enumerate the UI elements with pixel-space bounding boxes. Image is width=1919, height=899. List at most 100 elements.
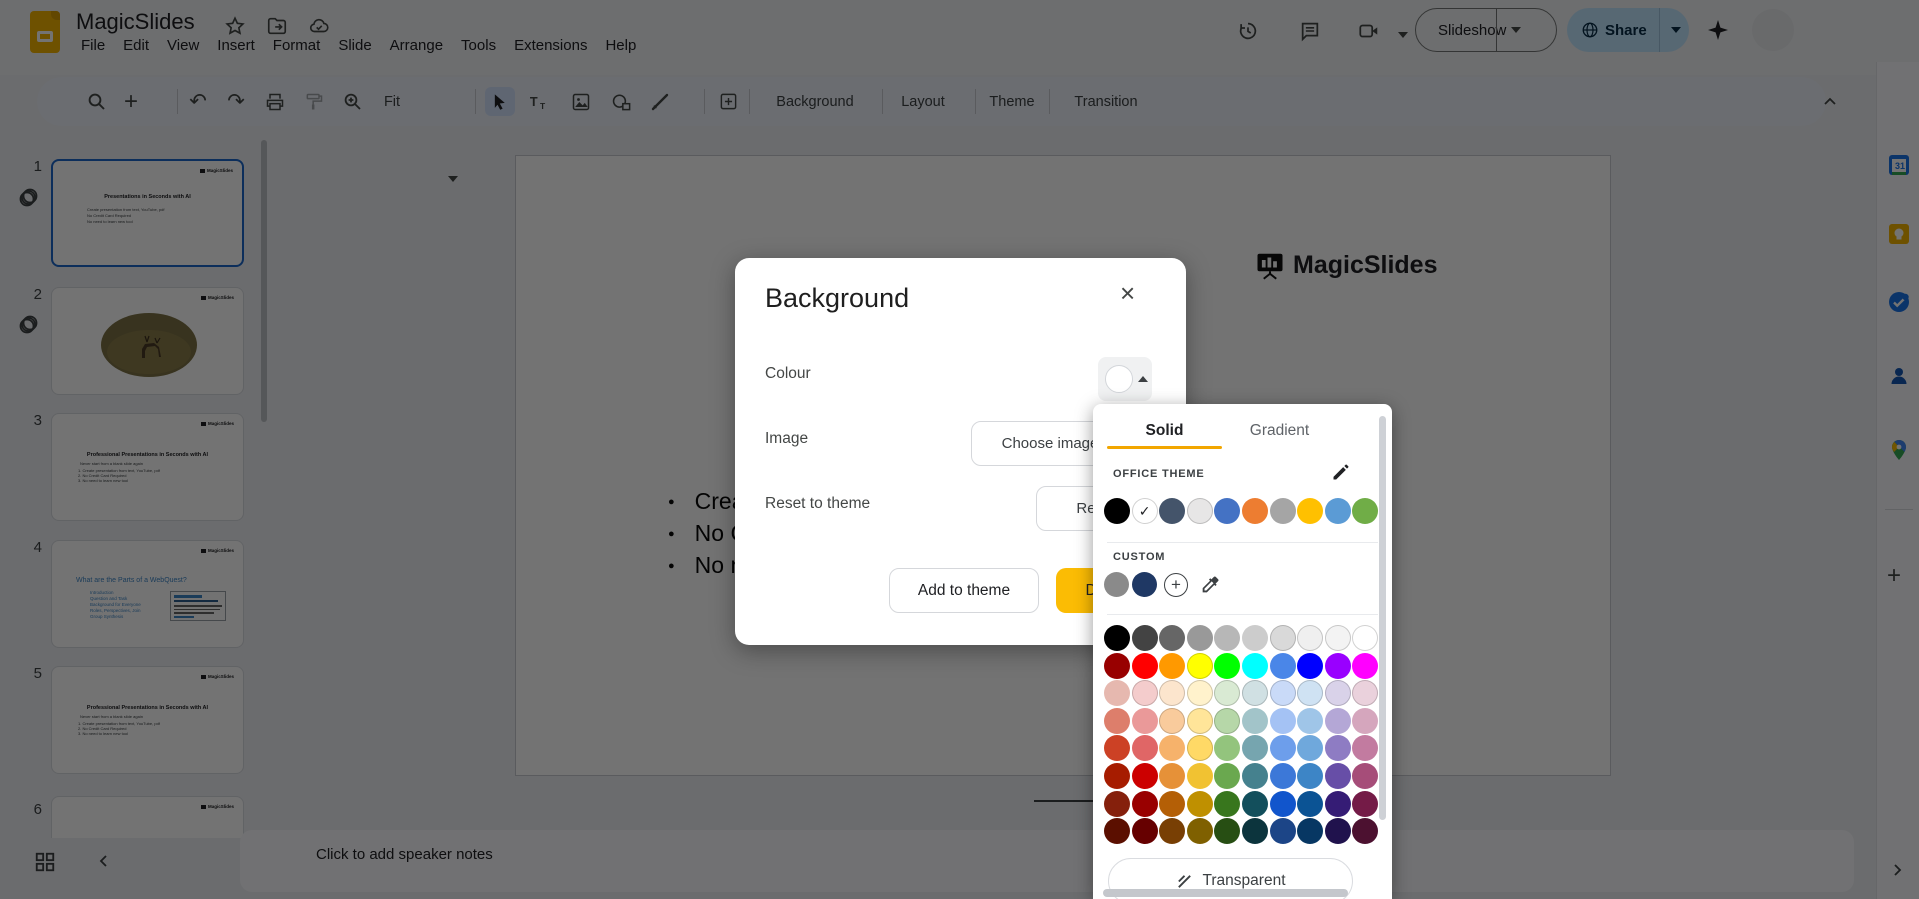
panel-vertical-scrollbar[interactable] <box>1379 416 1386 820</box>
colour-swatch-dropdown[interactable] <box>1098 357 1152 401</box>
color-swatch-70ad47[interactable] <box>1352 498 1378 524</box>
color-swatch-ffff00[interactable] <box>1187 653 1213 679</box>
color-swatch-f3f3f3[interactable] <box>1325 625 1351 651</box>
color-swatch-274e13[interactable] <box>1214 818 1240 844</box>
color-swatch-b7b7b7[interactable] <box>1214 625 1240 651</box>
color-swatch-e69138[interactable] <box>1159 763 1185 789</box>
color-swatch-d5a6bd[interactable] <box>1352 708 1378 734</box>
color-swatch-00ffff[interactable] <box>1242 653 1268 679</box>
color-swatch-20124d[interactable] <box>1325 818 1351 844</box>
color-swatch-ea9999[interactable] <box>1132 708 1158 734</box>
color-swatch-44546a[interactable] <box>1159 498 1185 524</box>
color-swatch-fff2cc[interactable] <box>1187 680 1213 706</box>
add-custom-color-icon[interactable]: + <box>1164 573 1188 597</box>
color-swatch-e06666[interactable] <box>1132 735 1158 761</box>
color-swatch-a5a5a5[interactable] <box>1270 498 1296 524</box>
color-swatch-783f04[interactable] <box>1159 818 1185 844</box>
color-swatch-1155cc[interactable] <box>1270 791 1296 817</box>
color-swatch-5b0f00[interactable] <box>1104 818 1130 844</box>
color-swatch-4c1130[interactable] <box>1352 818 1378 844</box>
color-swatch-6d9eeb[interactable] <box>1270 735 1296 761</box>
color-swatch-666666[interactable] <box>1159 625 1185 651</box>
color-swatch-fce5cd[interactable] <box>1159 680 1185 706</box>
color-swatch-e6b8af[interactable] <box>1104 680 1130 706</box>
color-swatch-6fa8dc[interactable] <box>1297 735 1323 761</box>
color-swatch-980000[interactable] <box>1104 653 1130 679</box>
color-swatch-c27ba0[interactable] <box>1352 735 1378 761</box>
color-swatch-b45f06[interactable] <box>1159 791 1185 817</box>
color-swatch-d0e0e3[interactable] <box>1242 680 1268 706</box>
color-swatch-93c47d[interactable] <box>1214 735 1240 761</box>
color-swatch-d9d2e9[interactable] <box>1325 680 1351 706</box>
color-swatch-0000ff[interactable] <box>1297 653 1323 679</box>
tab-solid[interactable]: Solid <box>1107 418 1222 440</box>
color-swatch-85200c[interactable] <box>1104 791 1130 817</box>
color-swatch-f1c232[interactable] <box>1187 763 1213 789</box>
color-swatch-ffffff[interactable]: ✓ <box>1132 498 1158 524</box>
color-swatch-efefef[interactable] <box>1297 625 1323 651</box>
color-swatch-6aa84f[interactable] <box>1214 763 1240 789</box>
color-swatch-5b9bd5[interactable] <box>1325 498 1351 524</box>
color-swatch-d9d9d9[interactable] <box>1270 625 1296 651</box>
color-swatch-ed7d31[interactable] <box>1242 498 1268 524</box>
edit-theme-pencil-icon[interactable] <box>1331 462 1351 482</box>
add-to-theme-button[interactable]: Add to theme <box>889 568 1039 613</box>
color-swatch-1f3864[interactable] <box>1132 572 1157 597</box>
color-swatch-0c343d[interactable] <box>1242 818 1268 844</box>
color-swatch-ead1dc[interactable] <box>1352 680 1378 706</box>
color-swatch-9900ff[interactable] <box>1325 653 1351 679</box>
panel-horizontal-scrollbar[interactable] <box>1103 889 1348 897</box>
color-swatch-cc0000[interactable] <box>1132 763 1158 789</box>
color-swatch-ff0000[interactable] <box>1132 653 1158 679</box>
color-swatch-cc4125[interactable] <box>1104 735 1130 761</box>
color-swatch-7f6000[interactable] <box>1187 818 1213 844</box>
eyedropper-icon[interactable] <box>1199 574 1221 596</box>
color-swatch-0b5394[interactable] <box>1297 791 1323 817</box>
color-swatch-38761d[interactable] <box>1214 791 1240 817</box>
tab-gradient[interactable]: Gradient <box>1222 418 1337 440</box>
color-swatch-f6b26b[interactable] <box>1159 735 1185 761</box>
color-swatch-d9ead3[interactable] <box>1214 680 1240 706</box>
color-swatch-ff00ff[interactable] <box>1352 653 1378 679</box>
color-swatch-3d85c6[interactable] <box>1297 763 1323 789</box>
color-swatch-ff9900[interactable] <box>1159 653 1185 679</box>
color-swatch-ffffff[interactable] <box>1352 625 1378 651</box>
color-swatch-351c75[interactable] <box>1325 791 1351 817</box>
color-swatch-990000[interactable] <box>1132 791 1158 817</box>
color-swatch-000000[interactable] <box>1104 498 1130 524</box>
color-swatch-b6d7a8[interactable] <box>1214 708 1240 734</box>
color-swatch-c9daf8[interactable] <box>1270 680 1296 706</box>
color-swatch-a64d79[interactable] <box>1352 763 1378 789</box>
color-swatch-741b47[interactable] <box>1352 791 1378 817</box>
color-swatch-cccccc[interactable] <box>1242 625 1268 651</box>
color-swatch-dd7e6b[interactable] <box>1104 708 1130 734</box>
color-swatch-f9cb9c[interactable] <box>1159 708 1185 734</box>
color-swatch-8a8a8a[interactable] <box>1104 572 1129 597</box>
color-swatch-4472c4[interactable] <box>1214 498 1240 524</box>
color-swatch-1c4587[interactable] <box>1270 818 1296 844</box>
color-swatch-e7e6e6[interactable] <box>1187 498 1213 524</box>
color-swatch-b4a7d6[interactable] <box>1325 708 1351 734</box>
color-swatch-ffd966[interactable] <box>1187 735 1213 761</box>
color-swatch-4a86e8[interactable] <box>1270 653 1296 679</box>
color-swatch-45818e[interactable] <box>1242 763 1268 789</box>
color-swatch-a2c4c9[interactable] <box>1242 708 1268 734</box>
color-swatch-76a5af[interactable] <box>1242 735 1268 761</box>
color-swatch-bf9000[interactable] <box>1187 791 1213 817</box>
color-swatch-a4c2f4[interactable] <box>1270 708 1296 734</box>
color-swatch-00ff00[interactable] <box>1214 653 1240 679</box>
color-swatch-ffe599[interactable] <box>1187 708 1213 734</box>
color-swatch-f4cccc[interactable] <box>1132 680 1158 706</box>
color-swatch-3c78d8[interactable] <box>1270 763 1296 789</box>
close-icon[interactable]: × <box>1120 280 1135 306</box>
color-swatch-674ea7[interactable] <box>1325 763 1351 789</box>
color-swatch-ffc000[interactable] <box>1297 498 1323 524</box>
color-swatch-073763[interactable] <box>1297 818 1323 844</box>
color-swatch-660000[interactable] <box>1132 818 1158 844</box>
color-swatch-8e7cc3[interactable] <box>1325 735 1351 761</box>
color-swatch-000000[interactable] <box>1104 625 1130 651</box>
color-swatch-134f5c[interactable] <box>1242 791 1268 817</box>
color-swatch-cfe2f3[interactable] <box>1297 680 1323 706</box>
color-swatch-a61c00[interactable] <box>1104 763 1130 789</box>
color-swatch-999999[interactable] <box>1187 625 1213 651</box>
